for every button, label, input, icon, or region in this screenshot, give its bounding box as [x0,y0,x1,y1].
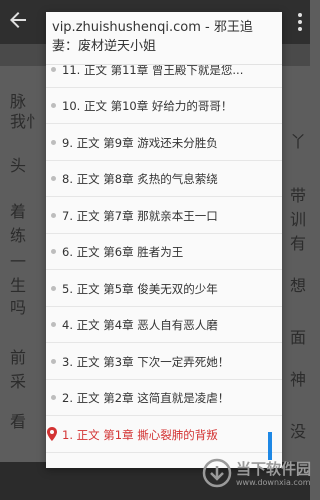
background-text-line: 着 [10,202,27,221]
chapter-item-current[interactable]: 1. 正文 第1章 撕心裂肺的背叛 [46,417,282,453]
bullet-icon [51,67,56,72]
more-vertical-icon[interactable] [294,10,306,34]
chapter-label: 9. 正文 第9章 游戏还未分胜负 [62,135,218,150]
background-text-line: 吗 [10,298,27,317]
background-text-line: 一 [10,252,27,271]
chapter-label: 10. 正文 第10章 好给力的哥哥！ [62,99,233,113]
background-text-line: 没 [289,422,306,441]
chapter-item[interactable]: 5. 正文 第5章 俊美无双的少年 [46,271,282,307]
chapter-item[interactable]: 6. 正文 第6章 胜者为王 [46,234,282,270]
background-text-line: 头 [10,156,27,175]
watermark-text: 当下软件园 [236,460,312,478]
chapter-label: 7. 正文 第7章 那就亲本王一口 [62,208,218,223]
chapter-item[interactable]: 4. 正文 第4章 恶人自有恶人磨 [46,307,282,343]
watermark-logo-icon [202,458,232,488]
location-pin-icon [47,426,57,441]
chapter-label: 4. 正文 第4章 恶人自有恶人磨 [62,318,218,332]
chapter-label: 1. 正文 第1章 撕心裂肺的背叛 [62,427,218,442]
chapter-item[interactable]: 8. 正文 第8章 炙热的气息萦绕 [46,161,282,197]
background-text-line: 带 [289,186,306,205]
background-text-line: 有 [289,234,306,253]
background-text-line: 神 [289,370,306,389]
bullet-icon [51,358,56,364]
chapter-label: 2. 正文 第2章 这简直就是凌虐！ [62,391,230,405]
dialog-title-bar: vip.zhuishushenqi.com - 邪王追妻：废材逆天小姐 [46,12,282,65]
background-text-line: 想 [289,276,306,295]
chapter-label: 6. 正文 第6章 胜者为王 [62,245,184,259]
background-text-line: 采 [10,372,27,391]
chapter-item[interactable]: 2. 正文 第2章 这简直就是凌虐！ [46,380,282,416]
watermark-url: www.downxia.com [236,478,311,487]
bullet-icon [51,285,56,291]
background-text-line: 前 [10,348,27,367]
background-text-line: 生 [10,276,27,295]
bullet-icon [51,212,56,218]
chapter-list-dialog: 11. 正文 第11章 曾王殿下就是您... 10. 正文 第10章 好给力的哥… [46,12,282,468]
chapter-item[interactable]: 10. 正文 第10章 好给力的哥哥！ [46,88,282,124]
watermark: 当下软件园 www.downxia.com [200,452,312,498]
bullet-icon [51,103,56,108]
chapter-item[interactable]: 7. 正文 第7章 那就亲本王一口 [46,198,282,234]
bullet-icon [51,139,56,145]
background-text-line: 看 [10,412,27,431]
background-text-line: 面 [289,328,306,347]
chapter-label: 3. 正文 第3章 下次一定弄死她！ [62,354,230,369]
chapter-label: 5. 正文 第5章 俊美无双的少年 [62,281,218,296]
chapter-list: 11. 正文 第11章 曾王殿下就是您... 10. 正文 第10章 好给力的哥… [46,12,282,468]
background-text-line: 丫 [289,132,306,151]
chapter-item[interactable]: 3. 正文 第3章 下次一定弄死她！ [46,344,282,380]
background-text-line: 练 [10,226,27,245]
background-text-line: 我忄 [10,112,43,131]
bullet-icon [51,249,56,254]
bullet-icon [51,322,56,327]
chapter-label: 8. 正文 第8章 炙热的气息萦绕 [62,172,218,186]
chapter-item[interactable]: 9. 正文 第9章 游戏还未分胜负 [46,125,282,161]
bullet-icon [51,395,56,400]
back-arrow-icon[interactable] [6,8,30,32]
bullet-icon [51,176,56,181]
background-text-line: 训 [289,210,306,229]
dialog-title: vip.zhuishushenqi.com - 邪王追妻：废材逆天小姐 [52,20,253,54]
